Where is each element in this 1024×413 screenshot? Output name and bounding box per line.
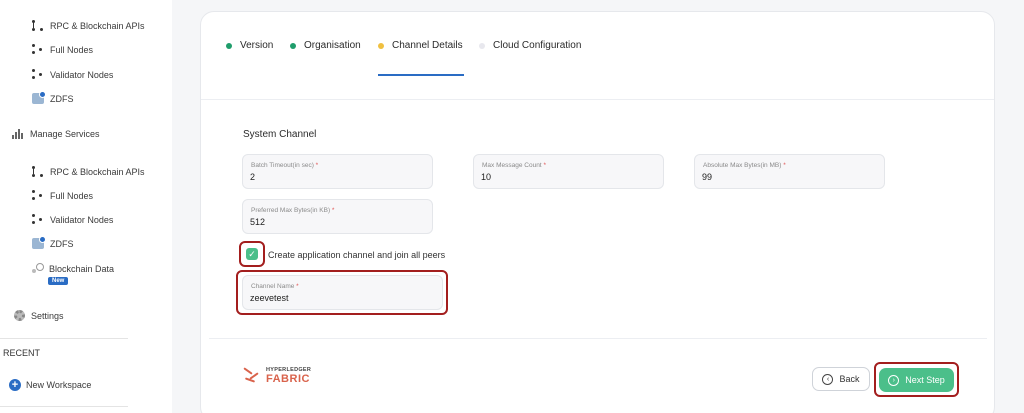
zdfs-icon	[32, 91, 46, 104]
channel-name-field: Channel Name *	[242, 275, 443, 310]
required-mark: *	[296, 283, 299, 290]
sidebar-item-blockchain-data[interactable]: Blockchain Data	[32, 263, 114, 274]
zdfs-icon	[32, 236, 46, 249]
required-mark: *	[331, 207, 335, 214]
tab-channel-details[interactable]: Channel Details	[378, 40, 463, 51]
sidebar-item-label: RPC & Blockchain APIs	[50, 166, 145, 177]
network-icon	[32, 20, 44, 31]
status-dot-icon	[479, 42, 485, 49]
tab-version[interactable]: Version	[226, 40, 273, 51]
chain-icon	[32, 263, 44, 274]
chevron-left-icon: ‹	[822, 373, 834, 385]
channel-name-input[interactable]	[250, 293, 420, 303]
chevron-right-icon: ›	[888, 374, 900, 386]
next-step-button-label: Next Step	[905, 375, 945, 385]
sidebar-item-label: Blockchain Data	[49, 263, 115, 274]
sidebar-item-label: New Workspace	[26, 380, 92, 390]
batch-timeout-input[interactable]	[250, 172, 411, 182]
sidebar-item-validator-nodes[interactable]: Validator Nodes	[32, 69, 113, 80]
nodes-icon	[32, 44, 44, 55]
required-mark: *	[315, 162, 319, 169]
new-workspace-button[interactable]: + New Workspace	[9, 379, 91, 391]
tab-label: Channel Details	[392, 40, 463, 51]
sidebar: RPC & Blockchain APIs Full Nodes Validat…	[0, 0, 172, 413]
sidebar-item-rpc-apis[interactable]: RPC & Blockchain APIs	[32, 20, 145, 31]
sidebar-item-rpc-apis-services[interactable]: RPC & Blockchain APIs	[32, 166, 145, 177]
tab-label: Version	[240, 40, 274, 51]
wizard-card: Version Organisation Channel Details Clo…	[200, 11, 995, 413]
preferred-max-bytes-input[interactable]	[250, 217, 411, 227]
validator-icon	[32, 214, 44, 225]
bar-chart-icon	[12, 129, 24, 139]
next-step-button[interactable]: › Next Step	[879, 368, 954, 392]
field-label: Batch Timeout(in sec)	[251, 162, 314, 169]
fabric-logo-icon	[243, 367, 261, 383]
batch-timeout-field: Batch Timeout(in sec) *	[242, 154, 433, 189]
field-label: Channel Name	[251, 283, 295, 290]
new-badge: New	[48, 277, 69, 285]
field-label: Preferred Max Bytes(in KB)	[251, 207, 331, 214]
required-mark: *	[783, 162, 786, 169]
nodes-icon	[32, 190, 44, 201]
sidebar-item-label: Validator Nodes	[50, 69, 114, 80]
step-tabs: Version Organisation Channel Details Clo…	[201, 12, 994, 100]
required-mark: *	[543, 162, 546, 169]
recent-heading: RECENT	[3, 348, 41, 358]
tab-label: Organisation	[304, 40, 361, 51]
tab-organisation[interactable]: Organisation	[290, 40, 361, 51]
absolute-max-bytes-input[interactable]	[702, 172, 863, 182]
active-tab-indicator	[378, 74, 464, 76]
gear-icon	[14, 310, 25, 321]
status-dot-icon	[290, 42, 296, 49]
sidebar-item-zdfs-services[interactable]: ZDFS	[32, 236, 74, 249]
create-channel-checkbox-label: Create application channel and join all …	[268, 250, 446, 260]
sidebar-item-label: ZDFS	[50, 238, 74, 249]
tab-cloud-configuration[interactable]: Cloud Configuration	[479, 40, 581, 51]
sidebar-item-manage-services[interactable]: Manage Services	[12, 129, 100, 139]
tab-label: Cloud Configuration	[493, 40, 582, 51]
field-label: Absolute Max Bytes(in MB)	[703, 162, 782, 169]
status-dot-icon	[378, 42, 384, 49]
preferred-max-bytes-field: Preferred Max Bytes(in KB) *	[242, 199, 433, 234]
divider	[0, 338, 128, 339]
status-dot-icon	[226, 42, 232, 49]
divider	[0, 406, 128, 407]
sidebar-item-full-nodes[interactable]: Full Nodes	[32, 44, 93, 55]
section-title: System Channel	[243, 129, 317, 140]
sidebar-item-settings[interactable]: Settings	[14, 310, 64, 321]
check-icon: ✓	[248, 249, 256, 259]
sidebar-item-label: ZDFS	[50, 93, 74, 104]
hyperledger-fabric-logo: HYPERLEDGER FABRIC	[243, 367, 311, 385]
sidebar-item-full-nodes-services[interactable]: Full Nodes	[32, 190, 93, 201]
validator-icon	[32, 69, 44, 80]
footer-divider	[209, 338, 987, 339]
sidebar-item-label: Validator Nodes	[50, 214, 114, 225]
back-button-label: Back	[839, 374, 860, 384]
back-button[interactable]: ‹ Back	[812, 367, 870, 391]
max-message-count-field: Max Message Count *	[473, 154, 664, 189]
logo-line2: FABRIC	[266, 372, 310, 385]
sidebar-item-label: Manage Services	[30, 129, 100, 139]
sidebar-item-label: Full Nodes	[50, 44, 94, 55]
create-channel-checkbox[interactable]: ✓	[246, 248, 258, 260]
sidebar-item-validator-nodes-services[interactable]: Validator Nodes	[32, 214, 113, 225]
field-label: Max Message Count	[482, 162, 542, 169]
sidebar-item-zdfs[interactable]: ZDFS	[32, 91, 74, 104]
sidebar-item-label: Settings	[31, 310, 64, 321]
absolute-max-bytes-field: Absolute Max Bytes(in MB) *	[694, 154, 885, 189]
sidebar-item-label: RPC & Blockchain APIs	[50, 20, 145, 31]
plus-circle-icon: +	[9, 379, 21, 391]
network-icon	[32, 166, 44, 177]
max-message-count-input[interactable]	[481, 172, 642, 182]
sidebar-item-label: Full Nodes	[50, 190, 94, 201]
